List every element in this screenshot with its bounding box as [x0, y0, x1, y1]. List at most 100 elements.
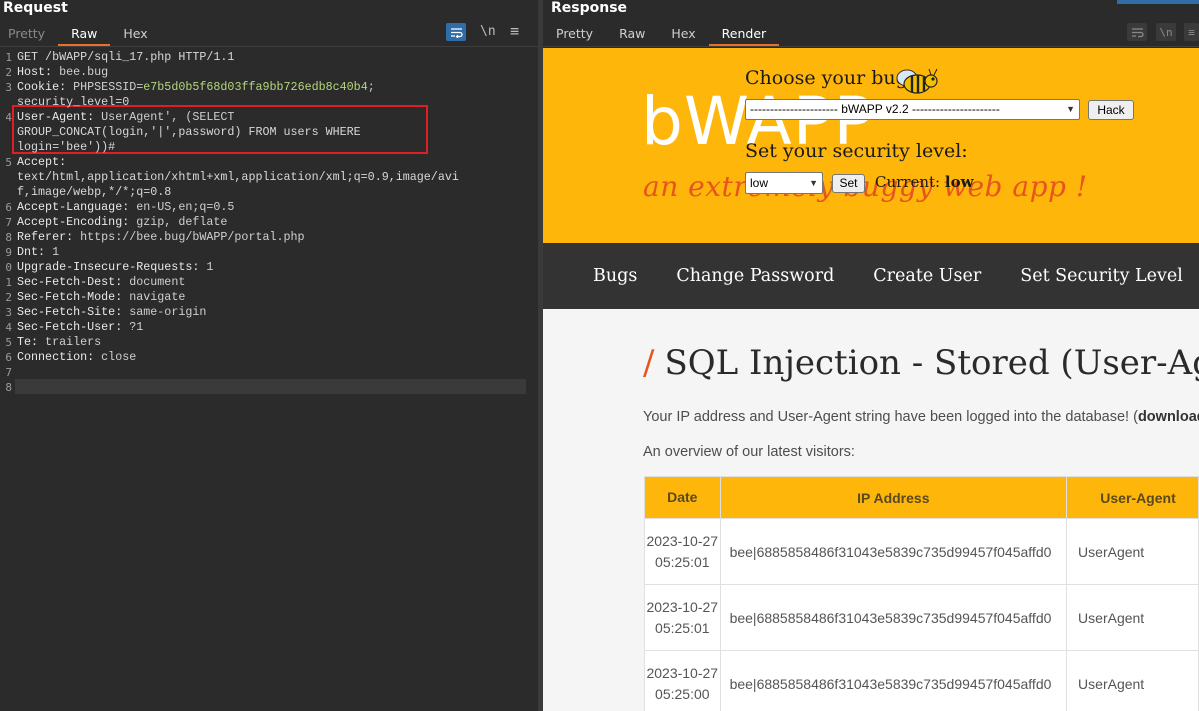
header-value: navigate: [122, 290, 186, 304]
line-number: 3: [5, 306, 12, 319]
header-value: document: [122, 275, 186, 289]
cell-date-day: 2023-10-27: [646, 532, 719, 549]
line-number: 0: [5, 261, 12, 274]
chevron-down-icon: ▼: [809, 178, 818, 188]
page-title: /SQL Injection - Stored (User-Agent): [643, 343, 1199, 383]
heading-slash: /: [643, 343, 655, 383]
cell-date-time: 05:25:00: [655, 685, 710, 702]
line-number: 5: [5, 336, 12, 349]
cell-user-agent: UserAgent: [1066, 518, 1199, 585]
newline-toggle[interactable]: \n: [1156, 23, 1176, 41]
request-line: Sec-Fetch-Mode: navigate: [17, 290, 185, 305]
page-header: bWAPP an extremely buggy web app ! Choos…: [543, 48, 1199, 243]
current-line-highlight: [15, 379, 526, 394]
nav-create-user[interactable]: Create User: [873, 266, 981, 286]
header-name: Accept-Encoding:: [17, 215, 130, 229]
security-level-value: low: [750, 176, 769, 190]
header-name: Sec-Fetch-User:: [17, 320, 123, 334]
header-value: 1: [199, 260, 214, 274]
nav-bugs[interactable]: Bugs: [593, 266, 637, 286]
current-value: low: [944, 173, 974, 191]
request-line: Dnt: 1: [17, 245, 59, 260]
header-name: Upgrade-Insecure-Requests:: [17, 260, 200, 274]
header-name: Connection:: [17, 350, 95, 364]
tab-divider: [543, 46, 1199, 47]
request-line: security_level=0: [17, 95, 130, 109]
header-name: Dnt:: [17, 245, 46, 259]
header-name: Accept:: [17, 155, 67, 169]
overview-text: An overview of our latest visitors:: [643, 444, 855, 460]
main-content: /SQL Injection - Stored (User-Agent) You…: [543, 309, 1199, 711]
menu-icon[interactable]: ≡: [1184, 23, 1199, 41]
header-date: Date: [644, 476, 721, 519]
header-name: Referer:: [17, 230, 74, 244]
current-label: Current:: [875, 173, 941, 191]
security-level-label: Set your security level:: [745, 140, 968, 162]
download-link[interactable]: download: [1138, 409, 1199, 425]
cell-date-day: 2023-10-27: [646, 598, 719, 615]
tab-raw[interactable]: Raw: [58, 24, 111, 46]
request-scrollbar[interactable]: [528, 48, 538, 711]
window-control[interactable]: [1117, 0, 1199, 4]
set-button[interactable]: Set: [832, 174, 865, 193]
table-row: 2023-10-27 05:25:00 bee|6885858486f31043e…: [644, 650, 1199, 711]
request-line: Cookie: PHPSESSID=e7b5d0b5f68d03ffa9bb72…: [17, 80, 375, 95]
header-value: https://bee.bug/bWAPP/portal.php: [73, 230, 305, 244]
bug-select[interactable]: ---------------------- bWAPP v2.2 ------…: [745, 99, 1080, 120]
request-line: Accept:: [17, 155, 66, 170]
request-line: Referer: https://bee.bug/bWAPP/portal.ph…: [17, 230, 305, 245]
nav-change-password[interactable]: Change Password: [676, 266, 834, 286]
request-line: User-Agent: UserAgent', (SELECT: [17, 110, 234, 125]
header-name: Sec-Fetch-Site:: [17, 305, 123, 319]
cell-user-agent: UserAgent: [1066, 650, 1199, 711]
word-wrap-toggle-icon[interactable]: [446, 23, 466, 41]
tab-pretty[interactable]: Pretty: [543, 24, 606, 46]
tab-pretty[interactable]: Pretty: [0, 24, 58, 46]
tab-raw[interactable]: Raw: [606, 24, 658, 46]
line-number: 9: [5, 246, 12, 259]
request-tabs: Pretty Raw Hex: [0, 24, 161, 46]
tab-hex[interactable]: Hex: [110, 24, 160, 46]
header-value: trailers: [38, 335, 102, 349]
response-tabs: Pretty Raw Hex Render: [543, 24, 780, 46]
line-number: 4: [5, 321, 12, 334]
request-title: Request: [3, 0, 68, 16]
request-line: Connection: close: [17, 350, 136, 365]
cell-date-time: 05:25:01: [655, 553, 710, 570]
cell-date: 2023-10-27 05:25:01: [644, 518, 721, 585]
line-number: 2: [5, 291, 12, 304]
request-line: Te: trailers: [17, 335, 101, 350]
hack-button[interactable]: Hack: [1088, 100, 1134, 120]
request-line: Upgrade-Insecure-Requests: 1: [17, 260, 213, 275]
request-line: Sec-Fetch-Dest: document: [17, 275, 185, 290]
line-number: 4: [5, 111, 12, 124]
request-line: login='bee'))#: [17, 140, 116, 154]
header-value: bee.bug: [52, 65, 109, 79]
line-number: 8: [5, 381, 12, 394]
nav-set-security-level[interactable]: Set Security Level: [1020, 266, 1183, 286]
session-id-value: e7b5d0b5f68d03ffa9bb726edb8c40b4: [143, 80, 368, 94]
header-value: gzip, deflate: [129, 215, 228, 229]
tab-hex[interactable]: Hex: [658, 24, 708, 46]
word-wrap-toggle-icon[interactable]: [1127, 23, 1147, 41]
cell-ip: bee|6885858486f31043e5839c735d99457f045a…: [719, 584, 1068, 651]
header-name: Accept-Language:: [17, 200, 130, 214]
tab-divider: [0, 46, 538, 47]
request-editor[interactable]: 1 GET /bWAPP/sqli_17.php HTTP/1.1 2 Host: b…: [0, 48, 528, 711]
cell-date-time: 05:25:01: [655, 619, 710, 636]
rendered-page: bWAPP an extremely buggy web app ! Choos…: [543, 48, 1199, 711]
menu-icon[interactable]: ≡: [510, 22, 519, 40]
security-level-select[interactable]: low ▼: [745, 172, 823, 194]
tagline: an extremely buggy web app !: [643, 170, 1088, 203]
header-value: PHPSESSID=: [66, 80, 144, 94]
header-name: Cookie:: [17, 80, 67, 94]
request-line: GET /bWAPP/sqli_17.php HTTP/1.1: [17, 50, 235, 64]
request-line: Accept-Encoding: gzip, deflate: [17, 215, 227, 230]
line-number: 6: [5, 201, 12, 214]
table-row: 2023-10-27 05:25:01 bee|6885858486f31043e…: [644, 518, 1199, 585]
newline-toggle[interactable]: \n: [480, 24, 496, 39]
tab-render[interactable]: Render: [708, 24, 780, 46]
request-pane: Request Pretty Raw Hex \n ≡ 1 GET /bWAPP/…: [0, 0, 538, 711]
intro-sentence: Your IP address and User-Agent string ha…: [643, 409, 1138, 425]
nav-bar: Bugs Change Password Create User Set Sec…: [543, 243, 1199, 309]
